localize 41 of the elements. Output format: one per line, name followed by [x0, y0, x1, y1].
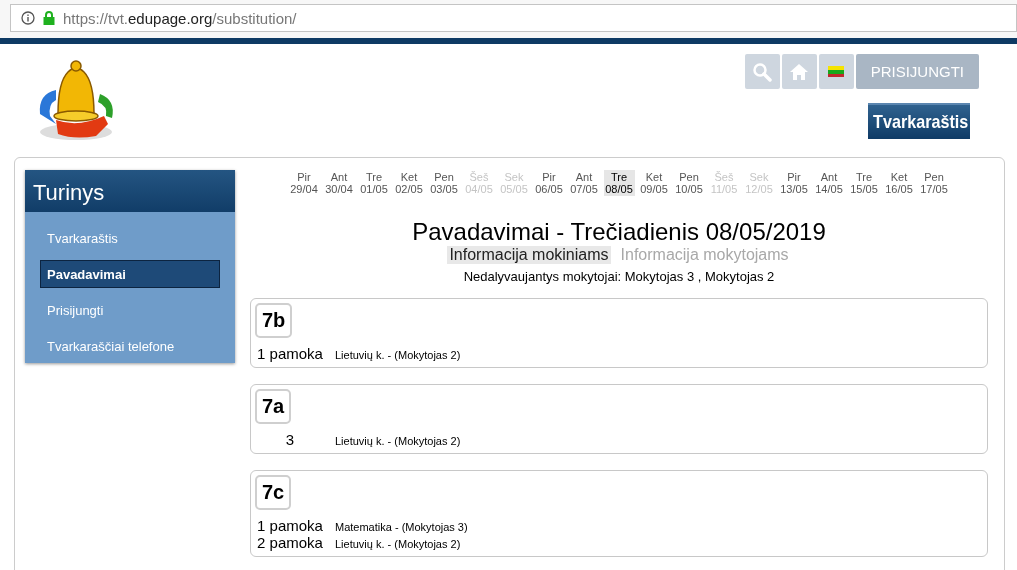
day-link[interactable]: Pir 06/05	[533, 170, 565, 196]
class-label: 7a	[255, 389, 292, 424]
language-button[interactable]	[818, 54, 854, 89]
day-link[interactable]: Tre 01/05	[358, 170, 390, 196]
lock-icon	[43, 11, 55, 25]
day-link[interactable]: Tre 08/05	[603, 170, 635, 196]
lesson-info: Lietuvių k. - (Mokytojas 2)	[335, 435, 461, 447]
day-link[interactable]: Pen 10/05	[673, 170, 705, 196]
schedule-button[interactable]: Tvarkaraštis	[868, 103, 970, 139]
day-link[interactable]: Ant 30/04	[323, 170, 355, 196]
day-link[interactable]: Pir 13/05	[778, 170, 810, 196]
day-link[interactable]: Tre 15/05	[848, 170, 880, 196]
lesson-info: Matematika - (Mokytojas 3)	[335, 521, 468, 533]
search-icon	[752, 61, 773, 82]
day-link[interactable]: Pen 17/05	[918, 170, 950, 196]
url-text: https://tvt.edupage.org/substitution/	[63, 9, 297, 27]
flag-icon	[828, 66, 845, 77]
absent-teachers-text: Nedalyvaujantys mokytojai: Mokytojas 3 , Mokytojas 2	[463, 269, 775, 284]
info-icon	[21, 11, 35, 25]
day-link[interactable]: Pir 29/04	[288, 170, 320, 196]
page-title: Pavadavimai - Trečiadienis 08/05/2019	[412, 218, 826, 246]
class-label: 7b	[255, 303, 293, 338]
search-button[interactable]	[744, 54, 780, 89]
day-link[interactable]: Ket 16/05	[883, 170, 915, 196]
period-text: 1 pamoka	[256, 517, 324, 534]
day-link[interactable]: Ket 02/05	[393, 170, 425, 196]
period-text: 3	[284, 431, 296, 448]
lesson-info: Lietuvių k. - (Mokytojas 2)	[335, 349, 461, 361]
period-text: 2 pamoka	[256, 534, 324, 551]
class-label: 7c	[255, 475, 292, 510]
tab[interactable]: Informacija mokiniams	[447, 246, 611, 264]
home-icon	[789, 62, 810, 81]
day-link[interactable]: Pen 03/05	[428, 170, 460, 196]
lesson-info: Lietuvių k. - (Mokytojas 2)	[335, 538, 461, 550]
day-link[interactable]: Ket 09/05	[638, 170, 670, 196]
sidebar-item[interactable]: Pavadavimai	[40, 260, 220, 288]
address-bar[interactable]: https://tvt.edupage.org/substitution/	[10, 4, 1017, 32]
day-link[interactable]: Ant 07/05	[568, 170, 600, 196]
day-link[interactable]: Ant 14/05	[813, 170, 845, 196]
sidebar-title: Turinys	[25, 170, 235, 212]
period-text: 1 pamoka	[256, 345, 324, 362]
